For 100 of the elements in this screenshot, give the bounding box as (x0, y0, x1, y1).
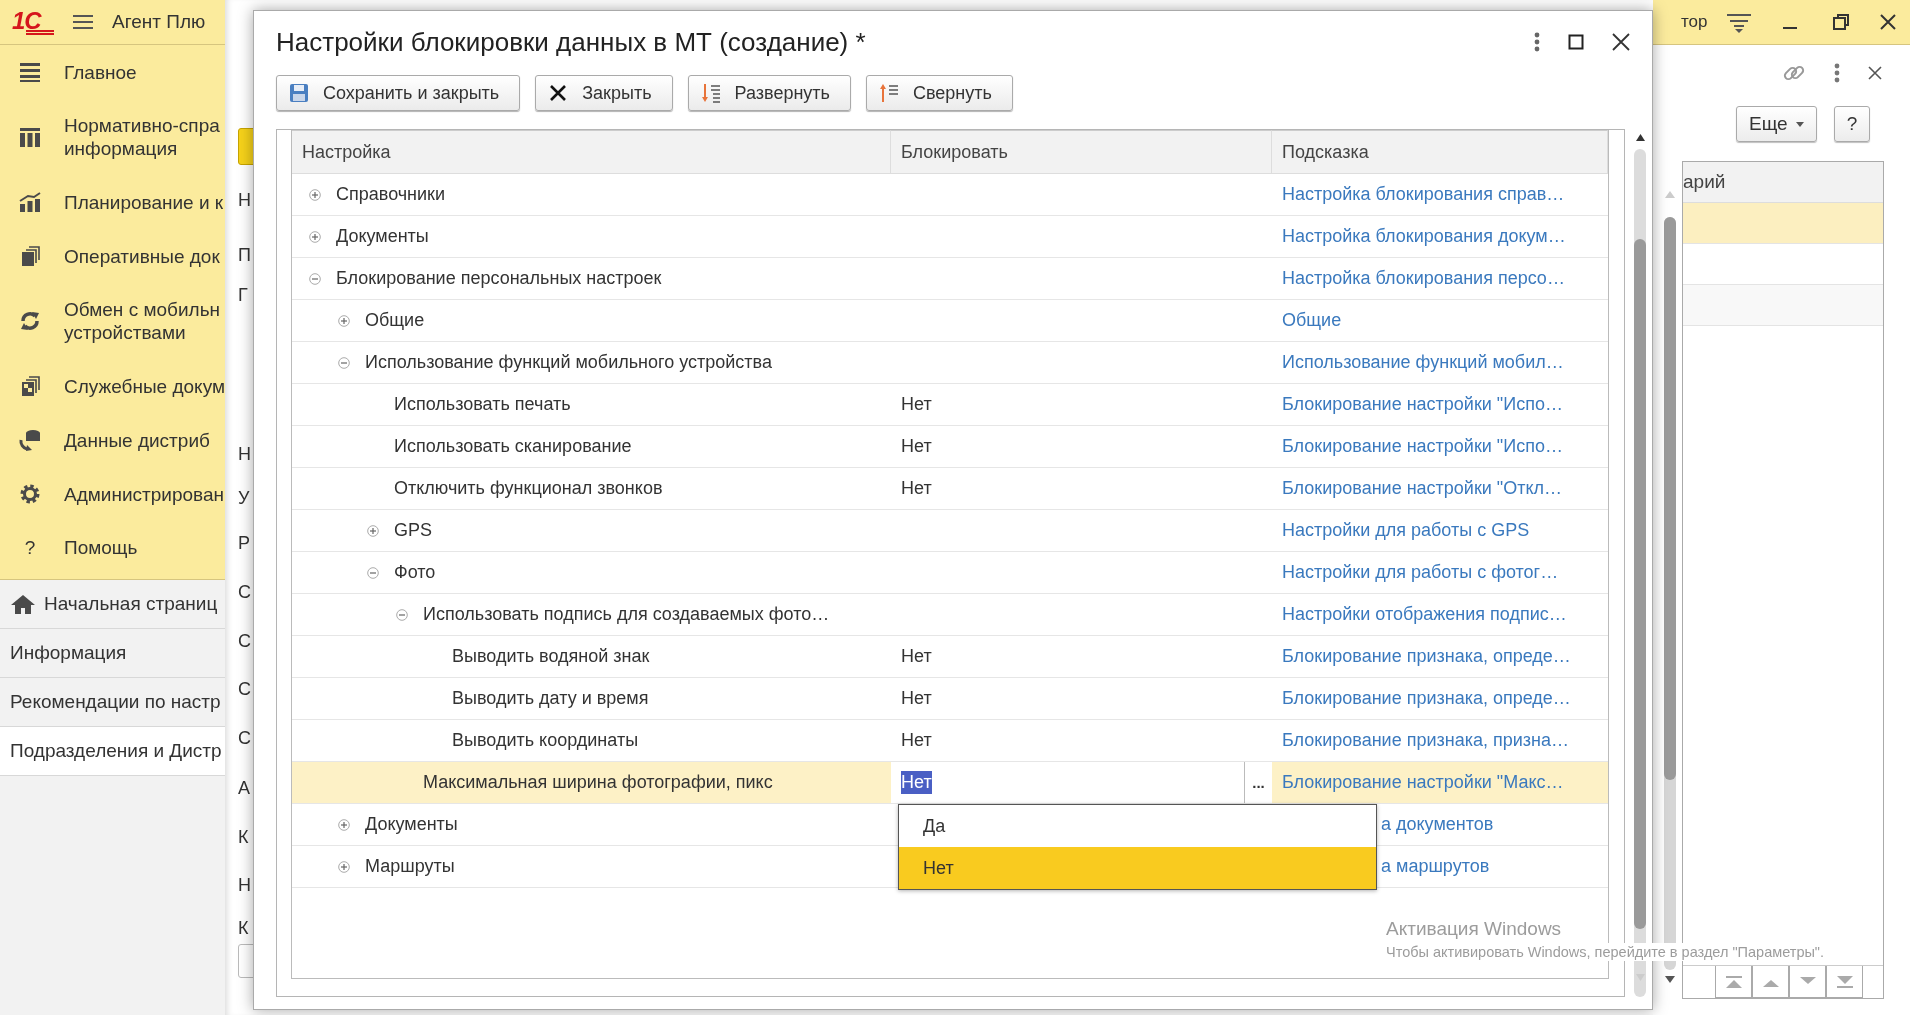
last-page-button[interactable] (1826, 966, 1863, 998)
sidebar-label[interactable]: Главное (64, 60, 137, 84)
table-row[interactable]: Выводить водяной знак Нет Блокирование признака, опреде… (292, 636, 1608, 678)
expand-icon[interactable] (338, 314, 350, 327)
collapse-icon[interactable] (338, 356, 350, 369)
table-cell: Блокирование персональных настроек (336, 268, 662, 289)
hint-link[interactable]: Общие (1282, 310, 1342, 331)
filter-icon[interactable] (1725, 11, 1752, 33)
sidebar-label[interactable]: Администрирован (64, 482, 224, 506)
table-row[interactable]: Блокирование персональных настроек Настройка блокирования персо… (292, 258, 1608, 300)
more-icon[interactable] (1534, 32, 1540, 52)
collapse-icon[interactable] (396, 608, 408, 621)
more-icon[interactable] (1834, 63, 1840, 83)
hint-link[interactable]: Блокирование признака, опреде… (1282, 688, 1571, 709)
collapse-icon[interactable] (367, 566, 379, 579)
sidebar-label[interactable]: Данные дистриб (64, 428, 210, 452)
expand-icon[interactable] (309, 188, 321, 201)
field-label: А (238, 777, 250, 799)
hint-link[interactable]: Блокирование настройки "Откл… (1282, 478, 1563, 499)
help-icon: ? (18, 536, 42, 559)
sync-icon (18, 309, 42, 333)
close-icon[interactable] (1868, 66, 1882, 80)
field-label: Н (238, 189, 251, 211)
table-row[interactable]: Отключить функционал звонков Нет Блокирование настройки "Откл… (292, 468, 1608, 510)
page-tab[interactable]: Подразделения и Дистр (0, 727, 225, 776)
help-button[interactable]: ? (1833, 106, 1871, 142)
hint-link[interactable]: Блокирование настройки "Испо… (1282, 394, 1563, 415)
table-row[interactable]: Использовать сканирование Нет Блокирование настройки "Испо… (292, 426, 1608, 468)
table-row[interactable]: Справочники Настройка блокирования справ… (292, 174, 1608, 216)
field-label: П (238, 244, 251, 266)
page-tab[interactable]: Начальная страниц (0, 580, 225, 629)
scrollbar-thumb[interactable] (1634, 239, 1646, 929)
hint-link[interactable]: Настройка блокирования справ… (1282, 184, 1565, 205)
table-row[interactable]: Использовать подпись для создаваемых фото… Настройки отображения подпис… (292, 594, 1608, 636)
hint-link[interactable]: а документов (1381, 814, 1494, 835)
toolbar-button[interactable]: Сохранить и закрыть (276, 75, 521, 111)
field-label: С (238, 630, 251, 652)
hint-link[interactable]: Блокирование признака, призна… (1282, 730, 1569, 751)
hint-link[interactable]: Настройки для работы с фотог… (1282, 562, 1559, 583)
table-row[interactable]: Общие Общие (292, 300, 1608, 342)
collapse-list-icon (878, 83, 899, 103)
scroll-down-icon[interactable] (1665, 976, 1675, 983)
table-row[interactable]: Выводить дату и время Нет Блокирование признака, опреде… (292, 678, 1608, 720)
table-cell: Использование функций мобильного устройства (365, 352, 772, 373)
hint-link[interactable]: а маршрутов (1381, 856, 1490, 877)
table-row[interactable]: Фото Настройки для работы с фотог… (292, 552, 1608, 594)
hint-link[interactable]: Блокирование настройки "Испо… (1282, 436, 1563, 457)
hint-link[interactable]: Настройка блокирования докум… (1282, 226, 1566, 247)
restore-icon[interactable] (1831, 13, 1850, 31)
table-cell: Использовать подпись для создаваемых фото… (423, 604, 830, 625)
table-row[interactable]: Документы Настройка блокирования докум… (292, 216, 1608, 258)
hint-link[interactable]: Блокирование настройки "Макс… (1282, 772, 1564, 793)
next-button[interactable] (1789, 966, 1826, 998)
sidebar-label[interactable]: Обмен с мобильн устройствами (64, 298, 221, 344)
hint-link[interactable]: Настройки для работы с GPS (1282, 520, 1530, 541)
sidebar-label[interactable]: Оперативные док (64, 244, 220, 268)
sidebar-label[interactable]: Планирование и к (64, 190, 224, 214)
previous-button[interactable] (1752, 966, 1789, 998)
table-row[interactable]: GPS Настройки для работы с GPS (292, 510, 1608, 552)
field-label: Н (238, 443, 251, 465)
hint-link[interactable]: Использование функций мобил… (1282, 352, 1564, 373)
dropdown-option[interactable]: Нет (899, 847, 1376, 889)
toolbar-button[interactable]: Свернуть (865, 75, 1013, 111)
scroll-up-icon[interactable] (1636, 134, 1645, 141)
toolbar-button[interactable]: Закрыть (535, 75, 673, 111)
table-cell: Выводить дату и время (452, 688, 649, 709)
table-row[interactable]: Максимальная ширина фотографии, пикс Нет ... Блокирование настройки "Макс… (292, 762, 1608, 804)
expand-icon[interactable] (338, 860, 350, 873)
close-icon[interactable] (1612, 33, 1630, 51)
menu-icon[interactable] (72, 13, 94, 31)
expand-icon[interactable] (367, 524, 379, 537)
close-icon[interactable] (1879, 13, 1897, 31)
table-cell: Использовать печать (394, 394, 571, 415)
collapse-icon[interactable] (309, 272, 321, 285)
table-cell: Отключить функционал звонков (394, 478, 663, 499)
table-cell: Документы (365, 814, 458, 835)
expand-icon[interactable] (309, 230, 321, 243)
maximize-icon[interactable] (1568, 34, 1584, 50)
caret-icon (1795, 121, 1804, 127)
hint-link[interactable]: Настройки отображения подпис… (1282, 604, 1567, 625)
sidebar-label[interactable]: Помощь (64, 536, 138, 559)
table-row[interactable]: Использование функций мобильного устройства Использование функций мобил… (292, 342, 1608, 384)
hint-link[interactable]: Блокирование признака, опреде… (1282, 646, 1571, 667)
page-label: Информация (10, 642, 127, 664)
more-button[interactable]: Еще (1736, 106, 1817, 142)
expand-icon[interactable] (338, 818, 350, 831)
toolbar-button[interactable]: Развернуть (687, 75, 851, 111)
dropdown-option[interactable]: Да (899, 805, 1376, 847)
hint-link[interactable]: Настройка блокирования персо… (1282, 268, 1565, 289)
sidebar-label[interactable]: Служебные докум (64, 374, 225, 398)
first-page-button[interactable] (1715, 966, 1752, 998)
column-header: Настройка (292, 130, 891, 174)
table-cell: Максимальная ширина фотографии, пикс (423, 772, 773, 793)
table-cell: Выводить водяной знак (452, 646, 650, 667)
sidebar-label[interactable]: Нормативно-спра информация (64, 114, 220, 160)
scrollbar-thumb[interactable] (1664, 217, 1676, 780)
column-header: Подсказка (1272, 130, 1608, 174)
columns-icon (18, 125, 42, 149)
input-field[interactable]: Нет (891, 762, 1244, 803)
table-row[interactable]: Использовать печать Нет Блокирование настройки "Испо… (292, 384, 1608, 426)
